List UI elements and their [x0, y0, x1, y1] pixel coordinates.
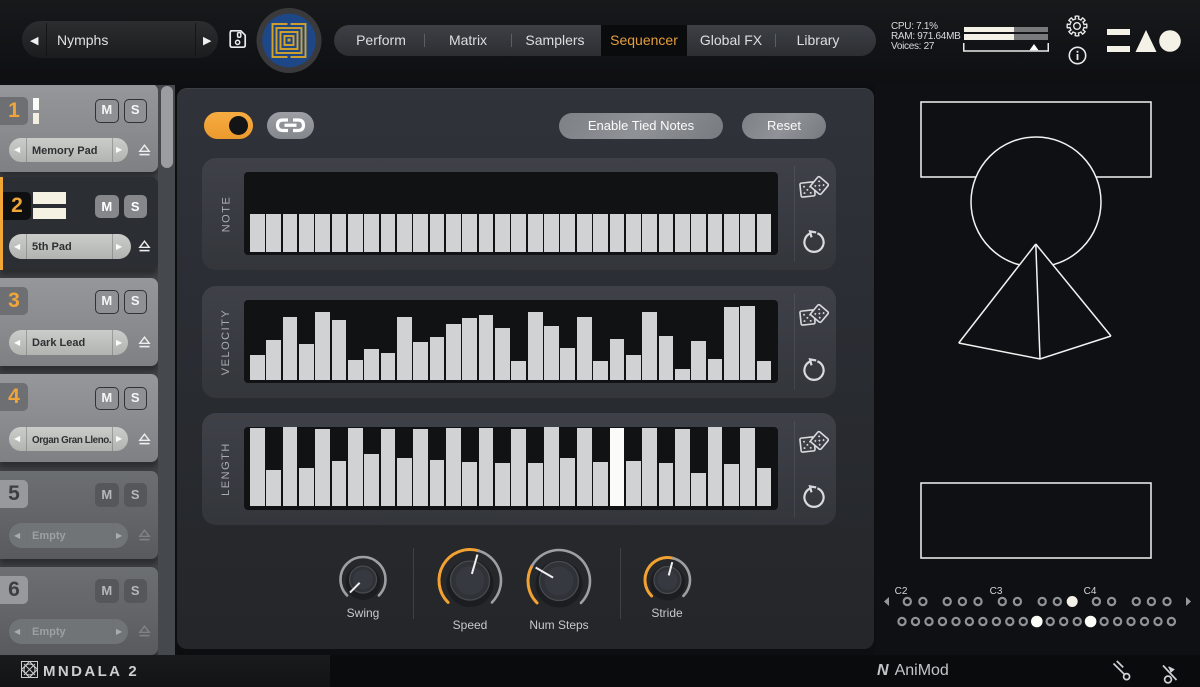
svg-text:C3: C3	[990, 586, 1003, 597]
svg-text:C2: C2	[895, 586, 908, 597]
svg-text:C4: C4	[1084, 586, 1097, 597]
